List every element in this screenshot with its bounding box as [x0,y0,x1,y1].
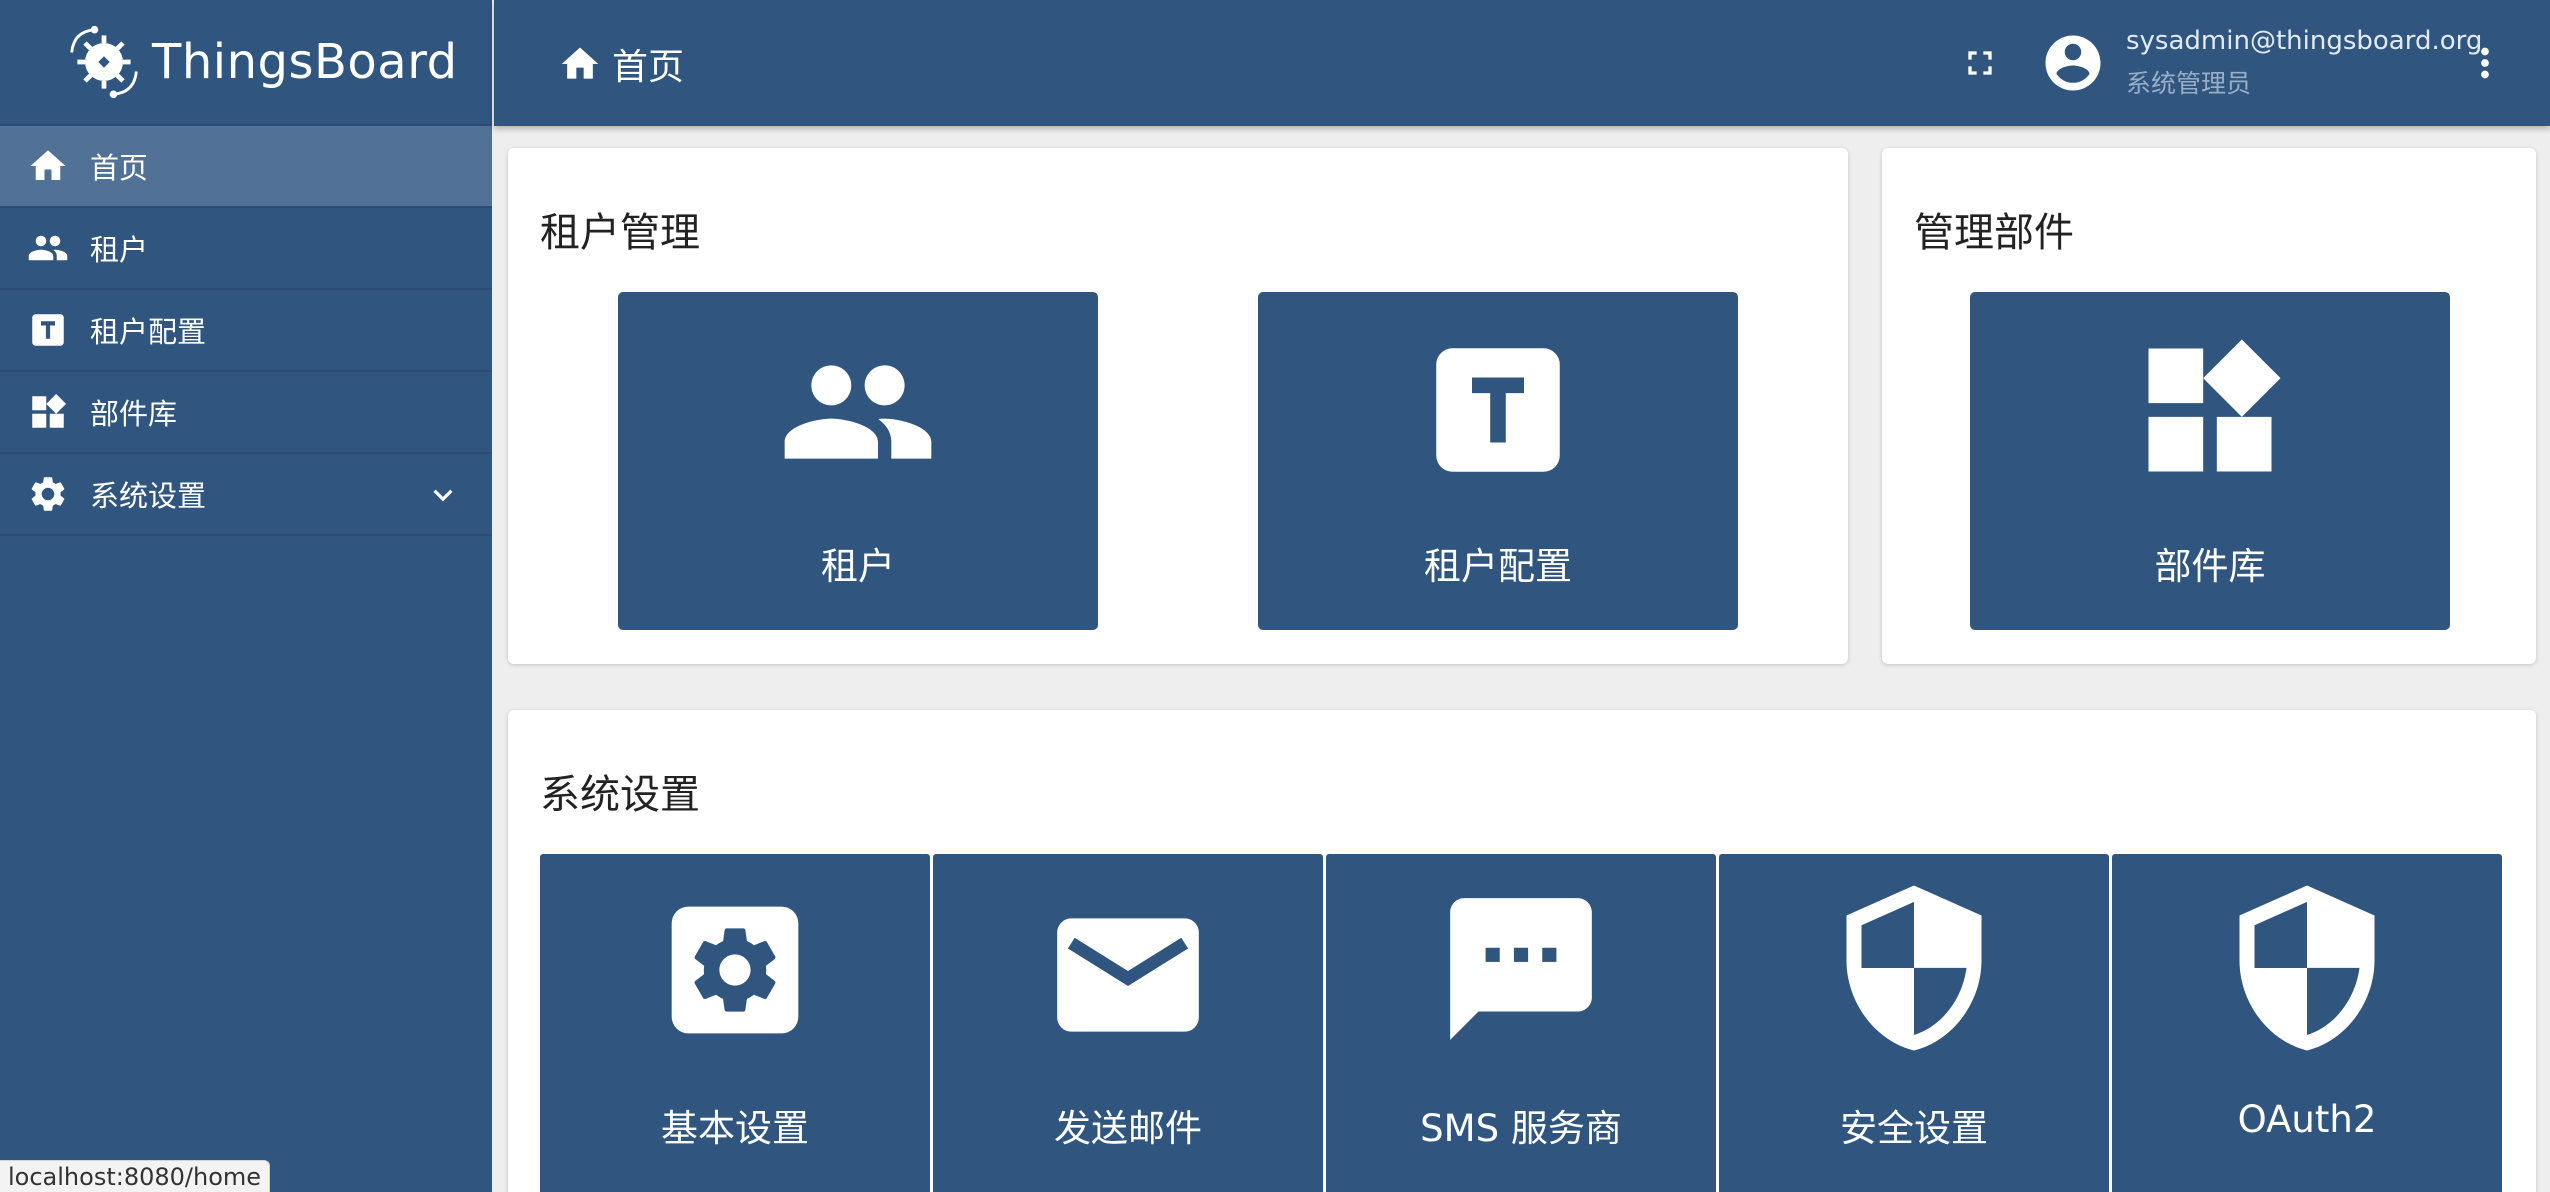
people-icon [784,365,932,459]
fullscreen-icon[interactable] [1960,43,2000,83]
more-vert-icon[interactable] [2462,40,2508,86]
tenant-profile-icon [1436,348,1560,472]
sidebar-item-widgets[interactable]: 部件库 [0,372,492,454]
chevron-down-icon[interactable] [424,476,462,514]
logo[interactable]: ThingsBoard [0,0,492,126]
mail-server-tile[interactable]: 发送邮件 [933,854,1323,1192]
sidebar: ThingsBoard 首页 租户 租户配置 部件库 系统设置 [0,0,492,1192]
app-name: ThingsBoard [152,34,458,90]
sidebar-item-label: 租户 [90,233,149,267]
breadcrumb-label: 首页 [612,47,685,88]
card-title: 系统设置 [540,772,700,818]
top-bar: 首页 sysadmin@thingsboard.org 系统管理员 [494,0,2550,126]
sms-provider-tile[interactable]: SMS 服务商 [1326,854,1716,1192]
tile-label: OAuth2 [2237,1098,2377,1141]
sidebar-item-label: 首页 [90,151,149,185]
sidebar-item-label: 部件库 [90,397,178,431]
system-settings-card: 系统设置 基本设置 发送邮件 SMS 服务商 安全设置 OAuth2 [508,710,2536,1192]
mail-icon [1057,918,1199,1032]
card-title: 管理部件 [1914,210,2074,256]
tenant-profiles-tile[interactable]: 租户配置 [1258,292,1738,630]
widgets-icon [2148,339,2281,472]
security-settings-tile[interactable]: 安全设置 [1719,854,2109,1192]
tile-label: 租户配置 [1424,545,1572,588]
tile-label: 安全设置 [1840,1107,1988,1150]
status-bar-url: localhost:8080/home [0,1160,271,1192]
sms-icon [1450,898,1592,1040]
security-icon [1846,885,1982,1051]
sidebar-item-system-settings[interactable]: 系统设置 [0,454,492,536]
tenant-profile-icon [26,308,70,352]
avatar-icon[interactable] [2040,30,2106,96]
tenants-tile[interactable]: 租户 [618,292,1098,630]
tile-label: 部件库 [2154,545,2266,588]
sidebar-item-tenants[interactable]: 租户 [0,208,492,290]
thingsboard-logo-icon [70,25,138,99]
oauth-icon [2239,885,2375,1051]
tile-label: 发送邮件 [1054,1107,1202,1150]
tenant-management-card: 租户管理 租户 租户配置 [508,148,1848,664]
sidebar-item-tenant-profiles[interactable]: 租户配置 [0,290,492,372]
general-settings-tile[interactable]: 基本设置 [540,854,930,1192]
user-role: 系统管理员 [2126,69,2252,98]
widgets-library-tile[interactable]: 部件库 [1970,292,2450,630]
tile-label: 基本设置 [661,1107,809,1150]
tile-label: SMS 服务商 [1420,1107,1622,1150]
sidebar-item-home[interactable]: 首页 [0,126,492,208]
oauth2-tile[interactable]: OAuth2 [2112,854,2502,1192]
settings-icon [671,906,799,1034]
people-icon [26,226,70,270]
user-email: sysadmin@thingsboard.org [2126,26,2483,56]
widgets-icon [26,390,70,434]
tile-label: 租户 [821,545,895,588]
card-title: 租户管理 [540,210,700,256]
widgets-management-card: 管理部件 部件库 [1882,148,2536,664]
home-icon [561,47,599,79]
gear-icon [26,472,70,516]
sidebar-item-label: 系统设置 [90,479,207,513]
home-icon [26,144,70,188]
sidebar-item-label: 租户配置 [90,315,207,349]
breadcrumb[interactable]: 首页 [558,38,684,90]
